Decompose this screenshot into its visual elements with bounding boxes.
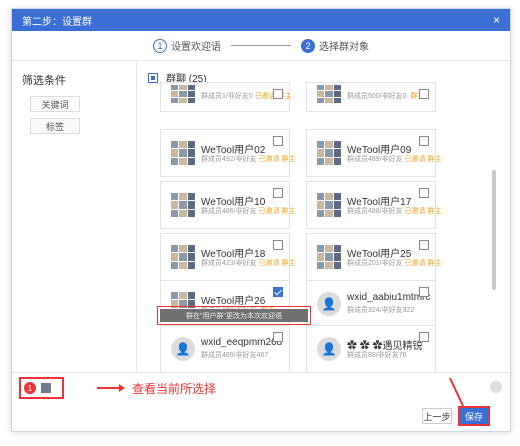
invited-tag: 已邀请 bbox=[404, 156, 426, 163]
group-card[interactable]: WeTool用户09 群成员489/非好友 已邀请 群主 bbox=[306, 129, 442, 177]
group-checkbox[interactable] bbox=[273, 287, 283, 297]
member-count: 群成员1/非好友0 bbox=[201, 93, 253, 100]
member-count: 群成员88/非好友76 bbox=[347, 352, 407, 359]
group-stats: 群成员423/非好友 已邀请 群主 bbox=[201, 258, 296, 268]
step-1-number: 1 bbox=[153, 38, 167, 53]
owner-tag: 群主 bbox=[281, 208, 296, 215]
tooltip: 群在"用户群"更改为本次欢迎语 bbox=[157, 306, 311, 325]
group-avatar bbox=[317, 141, 341, 165]
group-checkbox[interactable] bbox=[419, 332, 429, 342]
selected-count-badge: 1 bbox=[24, 382, 36, 394]
member-count: 群成员486/非好友 bbox=[201, 208, 257, 215]
member-count: 群成员500/非好友0 bbox=[347, 93, 407, 100]
group-card[interactable]: WeTool用户25 群成员201/非好友 已邀请 群主 bbox=[306, 233, 442, 281]
group-stats: 群成员201/非好友 已邀请 群主 bbox=[347, 258, 442, 268]
close-icon[interactable]: × bbox=[493, 13, 500, 27]
clear-icon[interactable] bbox=[490, 381, 502, 393]
save-button[interactable]: 保存 bbox=[458, 406, 490, 426]
group-stats: 群成员88/非好友76 bbox=[347, 350, 411, 360]
member-count: 群成员423/非好友 bbox=[201, 260, 257, 267]
member-count: 群成员489/非好友 bbox=[347, 156, 403, 163]
group-avatar bbox=[171, 193, 195, 217]
step-indicator: 1 设置欢迎语 2 选择群对象 bbox=[12, 31, 510, 61]
title-bar: 第二步：设置群 × bbox=[12, 9, 510, 31]
group-avatar bbox=[317, 193, 341, 217]
group-avatar bbox=[317, 245, 341, 269]
dialog-title: 第二步：设置群 bbox=[22, 16, 92, 28]
member-count: 群成员492/非好友 bbox=[201, 156, 257, 163]
owner-tag: 群主 bbox=[281, 260, 296, 267]
prev-button[interactable]: 上一步 bbox=[422, 408, 452, 424]
member-count: 群成员324/非好友322 bbox=[347, 307, 415, 314]
group-avatar bbox=[317, 85, 341, 103]
step-2[interactable]: 2 选择群对象 bbox=[301, 38, 369, 53]
step-1[interactable]: 1 设置欢迎语 bbox=[153, 38, 221, 53]
step-2-label: 选择群对象 bbox=[319, 42, 369, 53]
invited-tag: 已邀请 bbox=[258, 260, 280, 267]
invited-tag: 已邀请 bbox=[258, 156, 280, 163]
group-name: wxid_eeqpmm26d bbox=[201, 337, 283, 348]
arrow-icon bbox=[97, 384, 125, 392]
group-avatar: 👤 bbox=[317, 292, 341, 316]
group-card[interactable]: WeTool用户18 群成员423/非好友 已邀请 群主 bbox=[160, 233, 296, 281]
group-stats: 群成员492/非好友 已邀请 群主 bbox=[201, 154, 296, 164]
member-count: 群成员469/非好友467 bbox=[201, 352, 269, 359]
pointer-arrow-icon bbox=[449, 377, 465, 408]
invited-tag: 已邀请 bbox=[404, 260, 426, 267]
group-stats: 群成员489/非好友 已邀请 群主 bbox=[347, 154, 442, 164]
group-stats: 群成员500/非好友0 群主 bbox=[347, 91, 425, 101]
group-stats: 群成员486/非好友 已邀请 群主 bbox=[201, 206, 296, 216]
group-avatar: 👤 bbox=[317, 337, 341, 361]
group-card[interactable]: WeTool用户10 群成员486/非好友 已邀请 群主 bbox=[160, 181, 296, 229]
member-count: 群成员488/非好友 bbox=[347, 208, 403, 215]
group-stats: 群成员469/非好友467 bbox=[201, 350, 272, 360]
filter-panel: 筛选条件 关键词 标签 bbox=[12, 62, 137, 372]
group-card[interactable]: 👤 wxid_eeqpmm26d 群成员469/非好友467 bbox=[160, 325, 290, 372]
group-checkbox[interactable] bbox=[273, 332, 283, 342]
filter-header: 筛选条件 bbox=[22, 75, 66, 87]
hint-text: 查看当前所选择 bbox=[132, 382, 217, 396]
group-card[interactable]: 👤 ✿ ✿ ✿遇见精锐 群成员88/非好友76 bbox=[306, 325, 436, 372]
footer: 1 查看当前所选择 上一步 保存 bbox=[12, 372, 510, 432]
group-checkbox[interactable] bbox=[273, 136, 283, 146]
select-all-checkbox[interactable] bbox=[148, 72, 158, 83]
group-avatar bbox=[171, 245, 195, 269]
group-list-panel: 群聊 (25) 群成员1/非好友0 已邀请 群主 群成员500/非好友0 群主 WeToo… bbox=[138, 62, 498, 372]
group-checkbox[interactable] bbox=[419, 240, 429, 250]
keyword-filter-button[interactable]: 关键词 bbox=[30, 96, 80, 112]
owner-tag: 群主 bbox=[427, 156, 442, 163]
group-checkbox[interactable] bbox=[273, 188, 283, 198]
owner-tag: 群主 bbox=[427, 260, 442, 267]
group-avatar bbox=[171, 141, 195, 165]
dialog: 第二步：设置群 × 1 设置欢迎语 2 选择群对象 筛选条件 关键词 标签 群聊… bbox=[11, 8, 511, 432]
member-count: 群成员201/非好友 bbox=[347, 260, 403, 267]
group-stats: 群成员488/非好友 已邀请 群主 bbox=[347, 206, 442, 216]
step-connector bbox=[231, 45, 291, 46]
group-card[interactable]: 群成员500/非好友0 群主 bbox=[306, 82, 436, 112]
invited-tag: 已邀请 bbox=[404, 208, 426, 215]
step-2-number: 2 bbox=[301, 38, 315, 53]
selected-preview[interactable]: 1 bbox=[19, 377, 64, 399]
group-stats: 群成员324/非好友322 bbox=[347, 305, 418, 315]
group-checkbox[interactable] bbox=[419, 136, 429, 146]
tag-filter-button[interactable]: 标签 bbox=[30, 118, 80, 134]
group-avatar bbox=[171, 85, 195, 103]
invited-tag: 已邀请 bbox=[258, 208, 280, 215]
group-checkbox[interactable] bbox=[419, 287, 429, 297]
group-checkbox[interactable] bbox=[419, 89, 429, 99]
group-checkbox[interactable] bbox=[273, 89, 283, 99]
group-card[interactable]: 👤 wxid_aabiu1mtmrc 群成员324/非好友322 bbox=[306, 280, 436, 328]
group-avatar: 👤 bbox=[171, 337, 195, 361]
scrollbar[interactable] bbox=[492, 170, 496, 290]
group-name: wxid_aabiu1mtmrc bbox=[347, 292, 431, 303]
owner-tag: 群主 bbox=[427, 208, 442, 215]
step-1-label: 设置欢迎语 bbox=[171, 42, 221, 53]
group-checkbox[interactable] bbox=[419, 188, 429, 198]
selected-group-avatar bbox=[41, 383, 51, 393]
owner-tag: 群主 bbox=[281, 156, 296, 163]
group-card[interactable]: WeTool用户17 群成员488/非好友 已邀请 群主 bbox=[306, 181, 442, 229]
group-checkbox[interactable] bbox=[273, 240, 283, 250]
group-card[interactable]: WeTool用户02 群成员492/非好友 已邀请 群主 bbox=[160, 129, 296, 177]
group-card[interactable]: 群成员1/非好友0 已邀请 群主 bbox=[160, 82, 292, 112]
